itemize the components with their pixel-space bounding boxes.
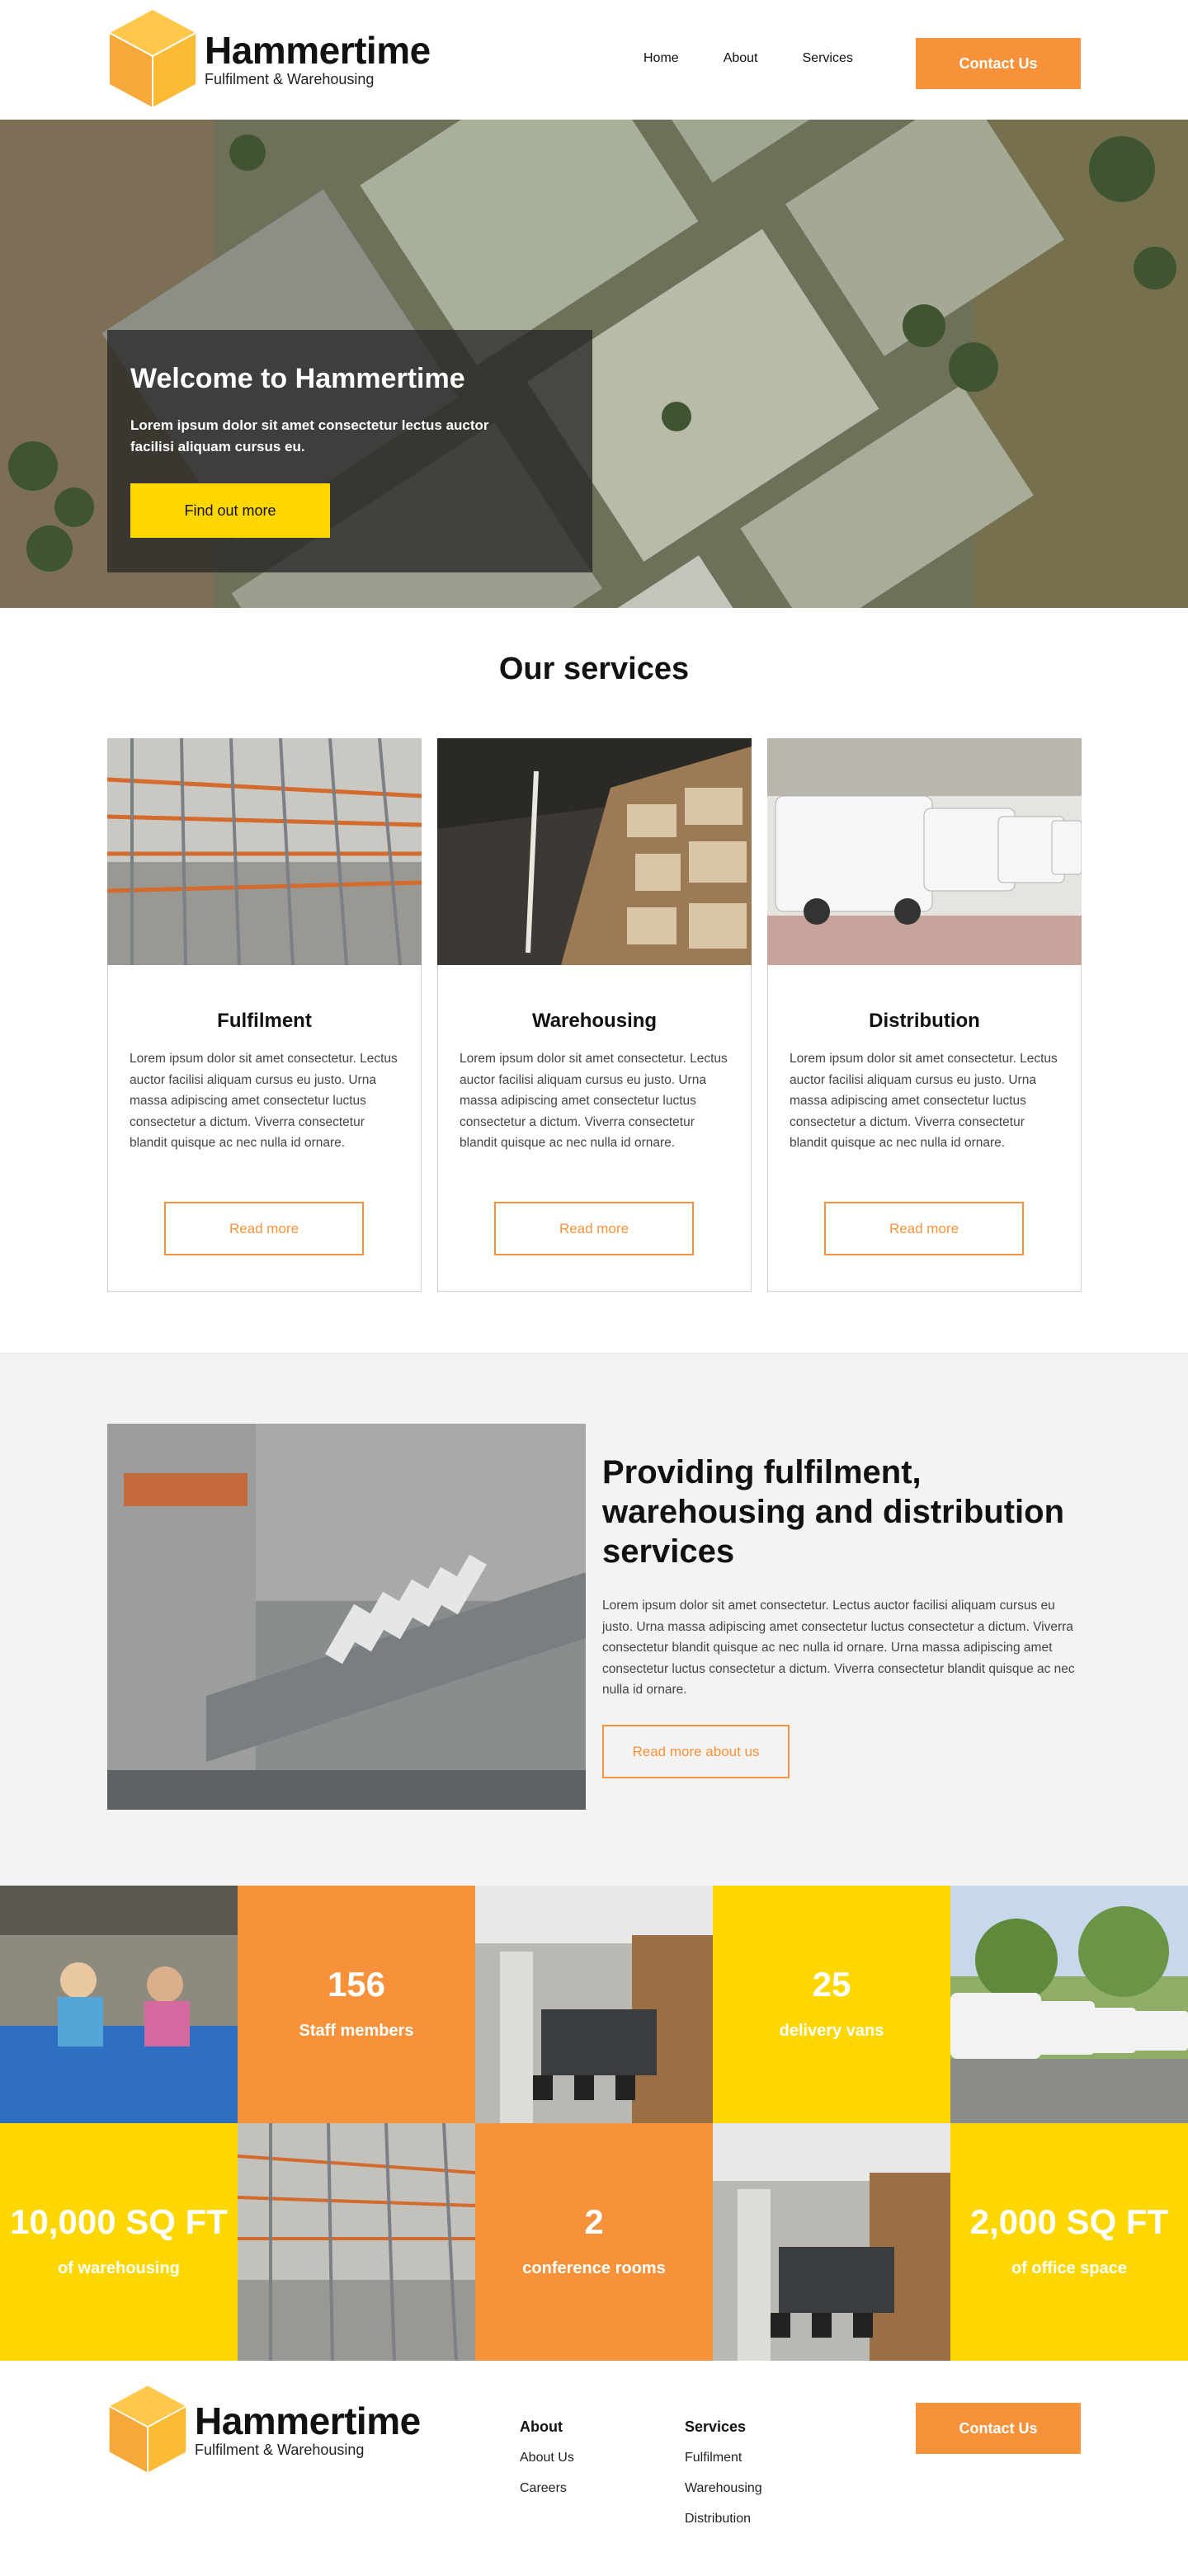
header-logo[interactable]: Hammertime Fulfilment & Warehousing <box>107 8 431 109</box>
stat-number: 2,000 SQ FT <box>969 2202 1169 2241</box>
footer-link-distribution[interactable]: Distribution <box>685 2512 762 2527</box>
read-more-button[interactable]: Read more <box>824 1202 1024 1255</box>
pallet-racking-image <box>107 738 422 965</box>
about-text: Lorem ipsum dolor sit amet consectetur. … <box>602 1599 1075 1697</box>
read-more-button[interactable]: Read more <box>164 1202 364 1255</box>
footer-about-heading: About <box>520 2418 563 2435</box>
card-text: Lorem ipsum dolor sit amet consectetur. … <box>130 1052 398 1150</box>
cube-icon <box>109 2385 186 2473</box>
card-title: Distribution <box>869 1010 980 1032</box>
staff-packing-image <box>0 1886 238 2123</box>
delivery-vans-image <box>767 738 1082 965</box>
aerial-loading-bay-image <box>107 1424 586 1810</box>
racking-aisle-image <box>238 2123 475 2361</box>
card-title: Fulfilment <box>217 1010 312 1032</box>
footer-about-column: About About Us Careers <box>520 2418 574 2512</box>
hero-title: Welcome to Hammertime <box>130 363 465 394</box>
brand-tagline: Fulfilment & Warehousing <box>205 71 375 87</box>
footer-link-careers[interactable]: Careers <box>520 2481 574 2496</box>
service-card-fulfilment: Fulfilment Lorem ipsum dolor sit amet co… <box>107 738 422 1292</box>
footer-logo[interactable]: Hammertime Fulfilment & Warehousing <box>107 2384 421 2475</box>
warehouse-shelves-image <box>437 738 752 965</box>
stat-label: of warehousing <box>58 2259 180 2277</box>
card-text: Lorem ipsum dolor sit amet consectetur. … <box>790 1052 1058 1150</box>
office-interior-image <box>475 1886 713 2123</box>
footer-link-fulfilment[interactable]: Fulfilment <box>685 2451 762 2465</box>
footer-link-warehousing[interactable]: Warehousing <box>685 2481 762 2496</box>
card-title: Warehousing <box>531 1010 658 1032</box>
stat-label: of office space <box>1011 2259 1128 2277</box>
services-heading: Our services <box>498 652 690 686</box>
read-more-button[interactable]: Read more <box>494 1202 694 1255</box>
about-title: Providing fulfilment, warehousing and di… <box>602 1454 1064 1570</box>
stat-label: conference rooms <box>522 2259 666 2277</box>
stat-tile-conference: 2 conference rooms <box>475 2123 713 2361</box>
office-interior-image-2 <box>713 2123 950 2361</box>
hero-section: Welcome to Hammertime Lorem ipsum dolor … <box>0 120 1188 608</box>
main-nav: Home About Services <box>644 51 898 66</box>
stat-tile-office: 2,000 SQ FT of office space <box>950 2123 1188 2361</box>
footer-contact-us-button[interactable]: Contact Us <box>916 2403 1081 2454</box>
stat-label: Staff members <box>299 2022 414 2040</box>
nav-about[interactable]: About <box>724 51 758 66</box>
site-footer: Hammertime Fulfilment & Warehousing Abou… <box>0 2361 1188 2576</box>
brand-name: Hammertime <box>205 29 431 72</box>
stat-number: 2 <box>584 2202 604 2241</box>
footer-services-column: Services Fulfilment Warehousing Distribu… <box>685 2418 762 2542</box>
read-more-about-us-button[interactable]: Read more about us <box>602 1725 790 1778</box>
card-text: Lorem ipsum dolor sit amet consectetur. … <box>460 1052 728 1150</box>
stat-tile-vans: 25 delivery vans <box>713 1886 950 2123</box>
contact-us-button[interactable]: Contact Us <box>916 38 1081 89</box>
nav-home[interactable]: Home <box>644 51 679 66</box>
hero-overlay-box: Welcome to Hammertime Lorem ipsum dolor … <box>107 330 592 572</box>
nav-services[interactable]: Services <box>803 51 853 66</box>
brand-name: Hammertime <box>195 2399 421 2442</box>
stat-tile-staff: 156 Staff members <box>238 1886 475 2123</box>
service-card-distribution: Distribution Lorem ipsum dolor sit amet … <box>767 738 1082 1292</box>
service-card-warehousing: Warehousing Lorem ipsum dolor sit amet c… <box>437 738 752 1292</box>
brand-tagline: Fulfilment & Warehousing <box>195 2442 365 2458</box>
parked-vans-image <box>950 1886 1188 2123</box>
about-section: Providing fulfilment, warehousing and di… <box>0 1353 1188 1886</box>
footer-services-heading: Services <box>685 2418 747 2435</box>
stat-number: 10,000 SQ FT <box>10 2202 228 2241</box>
stats-grid: 156 Staff members 25 delivery vans 10,00… <box>0 1886 1188 2361</box>
stat-number: 156 <box>327 1965 386 2004</box>
stat-label: delivery vans <box>779 2022 884 2040</box>
cube-icon <box>109 10 196 107</box>
hero-subtitle: Lorem ipsum dolor sit amet consectetur l… <box>130 417 489 454</box>
stat-tile-warehousing: 10,000 SQ FT of warehousing <box>0 2123 238 2361</box>
stat-number: 25 <box>812 1965 851 2004</box>
find-out-more-button[interactable]: Find out more <box>130 483 330 538</box>
footer-link-about-us[interactable]: About Us <box>520 2451 574 2465</box>
site-header: Hammertime Fulfilment & Warehousing Home… <box>0 0 1188 120</box>
